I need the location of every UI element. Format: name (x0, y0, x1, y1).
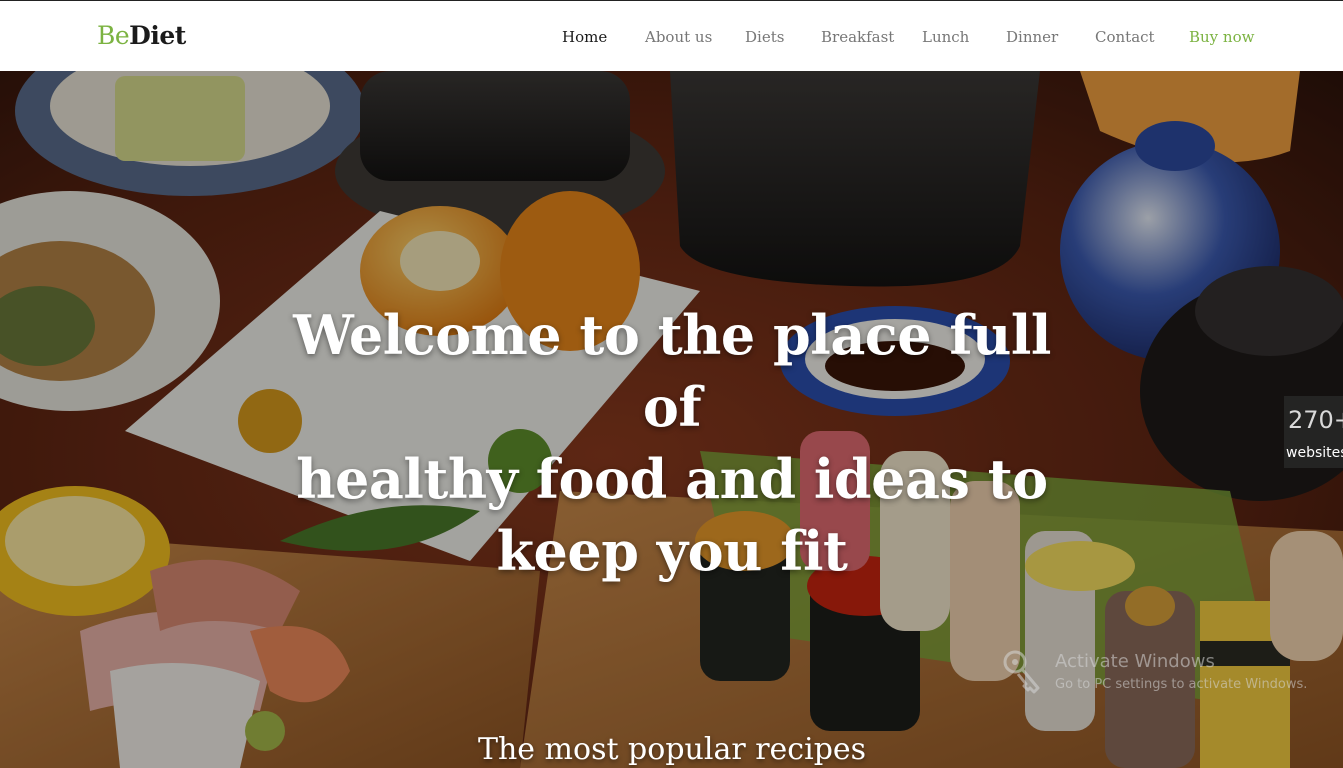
side-badge-label: websites (1286, 445, 1343, 461)
hero-heading: Welcome to the place full of healthy foo… (272, 299, 1072, 587)
nav-item-contact[interactable]: Contact (1095, 25, 1155, 49)
side-promo-badge[interactable]: 270+ websites (1284, 396, 1343, 468)
nav-item-lunch[interactable]: Lunch (922, 25, 969, 49)
nav-item-buy-now[interactable]: Buy now (1189, 25, 1254, 49)
hero-section: Welcome to the place full of healthy foo… (0, 71, 1343, 768)
nav-item-diets[interactable]: Diets (745, 25, 784, 49)
watermark-title: Activate Windows (1055, 651, 1215, 672)
site-header: BeDiet Home About us Diets Breakfast Lun… (0, 0, 1343, 71)
hero-heading-line-3: keep you fit (496, 519, 848, 583)
page: BeDiet Home About us Diets Breakfast Lun… (0, 0, 1343, 768)
side-badge-count: 270+ (1288, 406, 1343, 434)
nav-item-home[interactable]: Home (562, 25, 607, 49)
key-icon (1003, 650, 1040, 694)
main-nav: Home About us Diets Breakfast Lunch Dinn… (0, 25, 1343, 49)
popular-recipes-heading: The most popular recipes (477, 732, 867, 767)
nav-item-breakfast[interactable]: Breakfast (821, 25, 894, 49)
hero-heading-line-2: healthy food and ideas to (296, 447, 1048, 511)
watermark-subtitle: Go to PC settings to activate Windows. (1055, 677, 1308, 692)
hero-heading-line-1: Welcome to the place full of (293, 303, 1051, 439)
nav-item-about-us[interactable]: About us (645, 25, 712, 49)
activate-windows-watermark: Activate Windows Go to PC settings to ac… (1000, 646, 1330, 706)
nav-item-dinner[interactable]: Dinner (1006, 25, 1058, 49)
